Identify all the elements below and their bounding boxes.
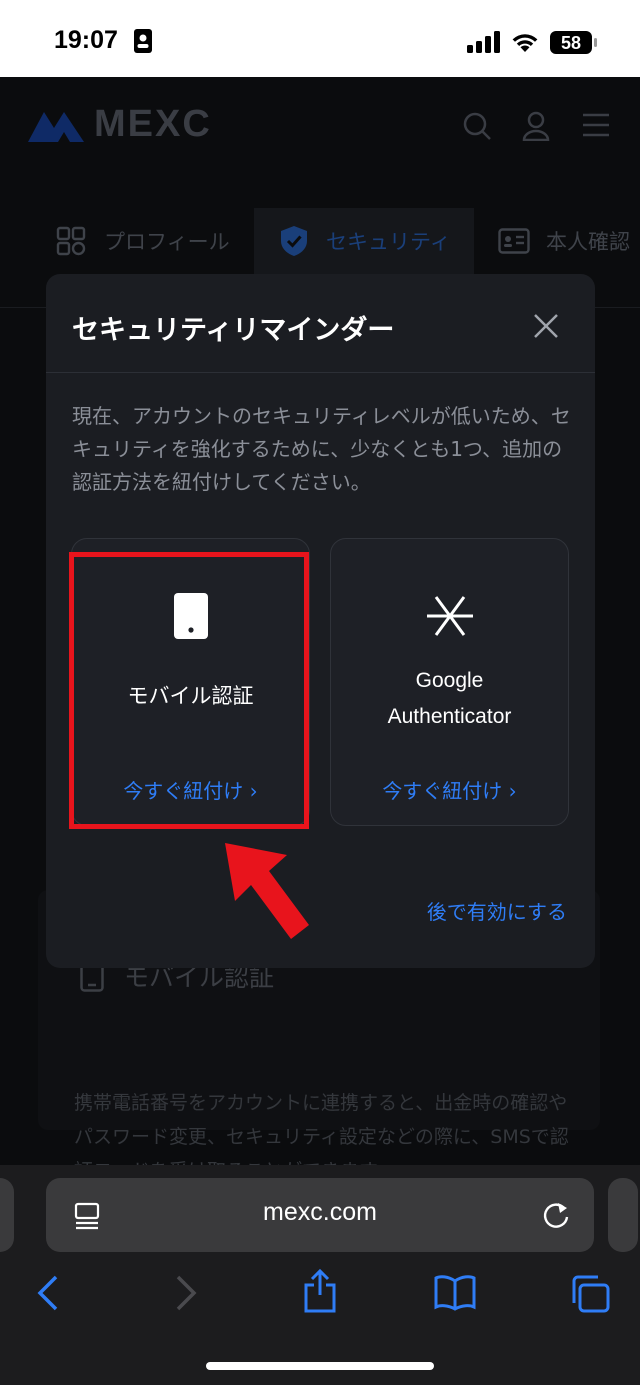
- enable-later-link[interactable]: 後で有効にする: [427, 896, 567, 925]
- chevron-right-icon: ›: [508, 779, 517, 803]
- close-icon[interactable]: [532, 312, 560, 340]
- modal-title: セキュリティリマインダー: [72, 315, 395, 346]
- bookmarks-icon[interactable]: [434, 1275, 476, 1315]
- signal-icon: [467, 31, 501, 57]
- highlight-box: [69, 552, 309, 829]
- tab-label: 本人確認: [546, 230, 630, 254]
- next-tab-edge[interactable]: [608, 1178, 638, 1252]
- forward-icon[interactable]: [174, 1273, 198, 1317]
- mexc-logo-mark-icon: [28, 111, 84, 142]
- status-bar: 19:07 58: [0, 0, 640, 77]
- menu-icon[interactable]: [583, 111, 609, 143]
- battery-level: 58: [561, 33, 581, 53]
- red-arrow-icon: [215, 835, 315, 949]
- modal-description: 現在、アカウントのセキュリティレベルが低いため、セキュリティを強化するために、少…: [72, 404, 571, 494]
- status-time: 19:07: [54, 26, 118, 54]
- option-label-line2: Authenticator: [387, 705, 512, 728]
- battery-icon: 58: [550, 31, 598, 58]
- home-indicator: [206, 1362, 434, 1370]
- modal-divider: [46, 372, 595, 373]
- user-icon[interactable]: [522, 111, 550, 145]
- browser-toolbar: mexc.com: [0, 1165, 640, 1385]
- tabs-icon[interactable]: [570, 1275, 610, 1317]
- share-icon[interactable]: [302, 1267, 338, 1317]
- tab-label: プロフィール: [104, 230, 230, 254]
- back-icon[interactable]: [36, 1273, 60, 1317]
- logo-text: MEXC: [94, 103, 212, 145]
- shield-check-icon: [281, 226, 307, 256]
- site-header: MEXC: [0, 77, 640, 177]
- url-text: mexc.com: [263, 1198, 377, 1226]
- option-label-line1: Google: [415, 669, 484, 692]
- tab-profile[interactable]: プロフィール: [56, 208, 246, 274]
- address-bar[interactable]: mexc.com: [46, 1178, 594, 1252]
- reload-icon[interactable]: [542, 1200, 570, 1234]
- tab-label: セキュリティ: [326, 230, 451, 254]
- wifi-icon: [510, 30, 540, 57]
- section-description: 携帯電話番号をアカウントに連携すると、出金時の確認やパスワード変更、セキュリティ…: [74, 1092, 569, 1165]
- google-authenticator-option[interactable]: Google Authenticator 今すぐ紐付け ›: [330, 538, 569, 826]
- mexc-logo[interactable]: MEXC: [28, 103, 212, 146]
- prev-tab-edge[interactable]: [0, 1178, 14, 1252]
- bind-now-link[interactable]: 今すぐ紐付け ›: [331, 775, 568, 804]
- id-card-icon: [498, 228, 530, 254]
- grid-icon: [56, 226, 86, 256]
- search-icon[interactable]: [462, 111, 492, 145]
- authenticator-icon: [427, 595, 473, 641]
- tab-security[interactable]: セキュリティ: [254, 208, 474, 274]
- tab-kyc[interactable]: 本人確認: [498, 208, 640, 274]
- id-badge-icon: [134, 29, 152, 57]
